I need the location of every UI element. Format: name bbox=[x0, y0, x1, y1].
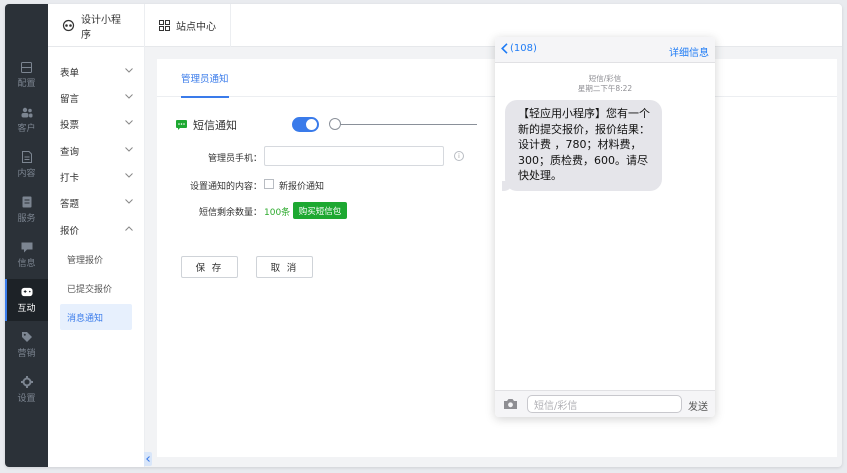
rail-label: 客户 bbox=[17, 124, 36, 134]
rail-label: 内容 bbox=[17, 169, 36, 179]
rail-item-customers[interactable]: 客户 bbox=[5, 99, 48, 141]
slider-handle[interactable] bbox=[329, 118, 341, 130]
tab-label: 管理员通知 bbox=[181, 74, 229, 85]
chevron-down-icon bbox=[125, 173, 133, 178]
menu-label: 答题 bbox=[60, 199, 80, 210]
buy-sms-package-button[interactable]: 购买短信包 bbox=[293, 202, 347, 219]
menu-label: 查询 bbox=[60, 147, 80, 158]
tab-admin-notify[interactable]: 管理员通知 bbox=[171, 59, 239, 98]
sms-phone-preview: (108) 详细信息 短信/彩信 星期二下午8:22 【轻应用小程序】您有一个新… bbox=[495, 37, 715, 417]
phone-header: (108) 详细信息 bbox=[495, 37, 715, 63]
rail-label: 互动 bbox=[17, 304, 36, 314]
menu-item-form[interactable]: 表单 bbox=[48, 59, 145, 85]
config-icon bbox=[21, 61, 33, 73]
save-button[interactable]: 保 存 bbox=[181, 256, 238, 278]
site-center-link[interactable]: 站点中心 bbox=[145, 4, 231, 47]
collapse-menu-button[interactable] bbox=[144, 452, 152, 466]
tag-icon bbox=[21, 331, 33, 343]
slider-track bbox=[337, 124, 477, 125]
submenu-item-manage-quotes[interactable]: 管理报价 bbox=[60, 246, 132, 272]
rail-label: 营销 bbox=[17, 349, 36, 359]
rail-label: 设置 bbox=[17, 394, 36, 404]
menu-item-quote[interactable]: 报价 bbox=[48, 217, 145, 243]
submenu-label: 已提交报价 bbox=[67, 284, 113, 295]
top-header: 设计小程序 站点中心 bbox=[48, 4, 842, 47]
submenu-label: 消息通知 bbox=[67, 313, 104, 324]
settings-icon bbox=[20, 376, 33, 388]
sms-icon bbox=[176, 120, 187, 130]
menu-label: 留言 bbox=[60, 94, 80, 105]
content-icon bbox=[21, 151, 33, 163]
admin-phone-input[interactable] bbox=[264, 146, 444, 166]
miniapp-icon bbox=[62, 19, 75, 32]
rail-label: 信息 bbox=[17, 259, 36, 269]
camera-icon[interactable] bbox=[503, 398, 518, 410]
sms-remain-label: 短信剩余数量： bbox=[198, 208, 262, 218]
chevron-down-icon bbox=[125, 199, 133, 204]
sms-message-bubble: 【轻应用小程序】您有一个新的提交报价，报价结果：设计费 ，780；材料费，300… bbox=[502, 100, 662, 191]
rail-label: 服务 bbox=[17, 214, 36, 224]
send-button[interactable]: 发送 bbox=[688, 398, 708, 413]
submenu-label: 管理报价 bbox=[67, 255, 104, 266]
menu-item-checkin[interactable]: 打卡 bbox=[48, 164, 145, 190]
chevron-left-icon bbox=[501, 43, 508, 54]
menu-item-vote[interactable]: 投票 bbox=[48, 111, 145, 137]
service-icon bbox=[21, 196, 33, 208]
message-icon bbox=[21, 241, 33, 253]
info-icon[interactable]: i bbox=[454, 151, 464, 161]
section-title-text: 短信通知 bbox=[193, 119, 237, 132]
sms-compose-input[interactable]: 短信/彩信 bbox=[527, 395, 682, 413]
sms-notify-toggle[interactable] bbox=[292, 117, 319, 132]
sms-section-title: 短信通知 bbox=[176, 117, 237, 133]
app-window: 配置 客户 内容 服务 信息 互动 营销 设置 设计小程序 站点中心 表单 留言… bbox=[5, 4, 842, 467]
chevron-down-icon bbox=[125, 68, 133, 73]
site-label: 站点中心 bbox=[176, 22, 216, 33]
rail-item-config[interactable]: 配置 bbox=[5, 54, 48, 96]
toggle-knob bbox=[306, 119, 317, 130]
submenu-item-message-notify[interactable]: 消息通知 bbox=[60, 304, 132, 330]
new-quote-label[interactable]: 新报价通知 bbox=[279, 179, 324, 192]
menu-item-message-board[interactable]: 留言 bbox=[48, 85, 145, 111]
rail-item-settings[interactable]: 设置 bbox=[5, 369, 48, 411]
chevron-down-icon bbox=[125, 147, 133, 152]
rail-item-content[interactable]: 内容 bbox=[5, 144, 48, 186]
app-switcher[interactable]: 设计小程序 bbox=[48, 4, 145, 47]
cancel-button[interactable]: 取 消 bbox=[256, 256, 313, 278]
grid-icon bbox=[159, 20, 170, 31]
notify-content-label: 设置通知的内容： bbox=[189, 182, 262, 192]
menu-item-quiz[interactable]: 答题 bbox=[48, 190, 145, 216]
rail-item-service[interactable]: 服务 bbox=[5, 189, 48, 231]
menu-label: 投票 bbox=[60, 120, 80, 131]
chevron-up-icon bbox=[125, 226, 133, 231]
submenu-item-submitted-quotes[interactable]: 已提交报价 bbox=[60, 275, 132, 301]
menu-label: 表单 bbox=[60, 68, 80, 79]
rail-item-interaction[interactable]: 互动 bbox=[5, 279, 48, 321]
message-time: 星期二下午8:22 bbox=[577, 84, 633, 93]
back-count: (108) bbox=[510, 43, 537, 54]
rail-label: 配置 bbox=[17, 79, 36, 89]
sms-remain-count: 100条 bbox=[264, 208, 291, 218]
menu-item-query[interactable]: 查询 bbox=[48, 138, 145, 164]
chevron-left-icon bbox=[146, 456, 150, 462]
rail-item-message[interactable]: 信息 bbox=[5, 234, 48, 276]
phone-label: 管理员手机： bbox=[207, 154, 262, 164]
gamepad-icon bbox=[20, 286, 33, 298]
app-label: 设计小程序 bbox=[81, 14, 121, 41]
phone-compose-bar: 短信/彩信 发送 bbox=[495, 390, 715, 417]
rail-item-marketing[interactable]: 营销 bbox=[5, 324, 48, 366]
menu-label: 报价 bbox=[60, 226, 80, 237]
new-quote-checkbox[interactable] bbox=[264, 179, 274, 189]
main-nav-rail: 配置 客户 内容 服务 信息 互动 营销 设置 bbox=[5, 4, 48, 467]
secondary-menu: 表单 留言 投票 查询 打卡 答题 报价 管理报价 已提交报价 消息通知 bbox=[48, 47, 145, 467]
chevron-down-icon bbox=[125, 94, 133, 99]
chevron-down-icon bbox=[125, 120, 133, 125]
customers-icon bbox=[21, 106, 33, 118]
phone-detail-link[interactable]: 详细信息 bbox=[669, 44, 709, 59]
menu-label: 打卡 bbox=[60, 173, 80, 184]
phone-back-button[interactable]: (108) bbox=[501, 43, 537, 54]
